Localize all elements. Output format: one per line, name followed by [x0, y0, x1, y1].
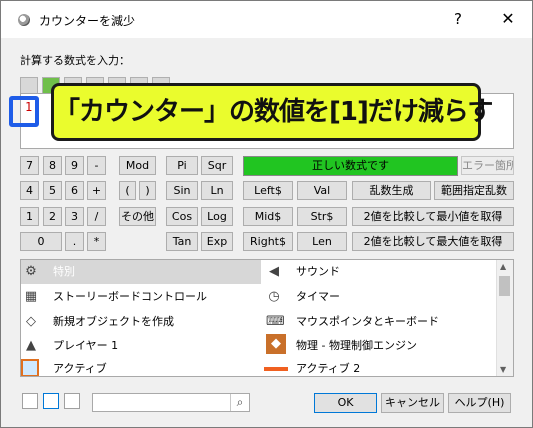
max-compare-button[interactable]: 2値を比較して最大値を取得: [352, 232, 514, 251]
ln-button[interactable]: Ln: [201, 181, 233, 200]
list-scrollbar[interactable]: ▲ ▼: [496, 260, 513, 376]
help-button[interactable]: ヘルプ(H): [448, 393, 511, 413]
list-item[interactable]: アクティブ 2: [264, 357, 494, 376]
annotation-label: 「カウンター」の数値を[1]だけ減らす: [51, 83, 493, 141]
list-item[interactable]: アクティブ: [21, 357, 261, 376]
active2-object-icon: [264, 367, 288, 371]
key-2[interactable]: 2: [43, 207, 62, 226]
mid-button[interactable]: Mid$: [243, 207, 293, 226]
ok-button[interactable]: OK: [314, 393, 377, 413]
keyboard-icon: ⌨: [266, 314, 285, 329]
dialog-window: カウンターを減少 ? ✕ 計算する数式を入力： 1 「カウンター」の数値を[1]…: [0, 0, 533, 428]
mod-button[interactable]: Mod: [119, 156, 156, 175]
other-button[interactable]: その他: [119, 207, 156, 226]
status-indicator: 正しい数式です: [243, 156, 458, 176]
list-item[interactable]: ◷ タイマー: [264, 285, 494, 309]
gears-icon: ⚙: [25, 264, 37, 279]
key-plus[interactable]: +: [87, 181, 106, 200]
random-button[interactable]: 乱数生成: [352, 181, 431, 200]
list-item-label: サウンド: [296, 265, 340, 278]
key-dot[interactable]: .: [65, 232, 84, 251]
close-icon[interactable]: ✕: [497, 8, 519, 30]
scroll-down-icon[interactable]: ▼: [500, 365, 506, 374]
window-title: カウンターを減少: [39, 14, 136, 28]
scroll-up-icon[interactable]: ▲: [500, 262, 506, 271]
error-location-button[interactable]: エラー箇所: [461, 156, 514, 175]
pi-button[interactable]: Pi: [166, 156, 198, 175]
title-bar: カウンターを減少 ? ✕: [1, 1, 532, 38]
list-item-label: プレイヤー 1: [53, 339, 119, 352]
range-random-button[interactable]: 範囲指定乱数: [434, 181, 514, 200]
app-icon: [18, 14, 30, 26]
timer-icon: ◷: [268, 289, 280, 304]
min-compare-button[interactable]: 2値を比較して最小値を取得: [352, 207, 514, 226]
joystick-icon: ▲: [26, 338, 36, 353]
sin-button[interactable]: Sin: [166, 181, 198, 200]
list-item[interactable]: ◇ 新規オブジェクトを作成: [21, 310, 261, 334]
list-item-label: アクティブ: [53, 362, 107, 375]
list-item-label: マウスポインタとキーボード: [296, 315, 439, 328]
list-item-label: 新規オブジェクトを作成: [53, 315, 174, 328]
formula-label: 計算する数式を入力：: [20, 54, 130, 67]
key-multiply[interactable]: *: [87, 232, 106, 251]
key-5[interactable]: 5: [43, 181, 62, 200]
key-6[interactable]: 6: [65, 181, 84, 200]
view-grid-icon[interactable]: [43, 393, 59, 409]
list-item[interactable]: ▦ ストーリーボードコントロール: [21, 285, 261, 309]
key-3[interactable]: 3: [65, 207, 84, 226]
new-object-icon: ◇: [26, 314, 36, 329]
physics-icon: ◆: [266, 334, 286, 354]
key-divide[interactable]: /: [87, 207, 106, 226]
list-item-label: 特別: [53, 265, 75, 278]
len-button[interactable]: Len: [297, 232, 347, 251]
exp-button[interactable]: Exp: [201, 232, 233, 251]
list-item-label: 物理 - 物理制御エンジン: [296, 339, 417, 352]
speaker-icon: ◀: [269, 264, 279, 279]
checkered-flag-icon: ▦: [24, 289, 38, 304]
list-item[interactable]: ◀ サウンド: [264, 260, 494, 284]
key-minus[interactable]: -: [87, 156, 106, 175]
object-list[interactable]: ⚙ 特別 ◀ サウンド ▦ ストーリーボードコントロール ◷ タイマー ◇ 新規…: [20, 259, 514, 377]
key-4[interactable]: 4: [20, 181, 39, 200]
tan-button[interactable]: Tan: [166, 232, 198, 251]
list-item[interactable]: ⌨ マウスポインタとキーボード: [264, 310, 494, 334]
key-7[interactable]: 7: [20, 156, 39, 175]
list-item-label: タイマー: [296, 290, 340, 303]
list-item-label: ストーリーボードコントロール: [53, 290, 207, 303]
str-button[interactable]: Str$: [297, 207, 347, 226]
list-item[interactable]: ⚙ 特別: [21, 260, 261, 284]
key-1[interactable]: 1: [20, 207, 39, 226]
key-9[interactable]: 9: [65, 156, 84, 175]
list-item-label: アクティブ 2: [296, 362, 361, 375]
key-0[interactable]: 0: [20, 232, 62, 251]
key-8[interactable]: 8: [43, 156, 62, 175]
cos-button[interactable]: Cos: [166, 207, 198, 226]
view-icons-icon[interactable]: [22, 393, 38, 409]
close-paren-button[interactable]: ): [139, 181, 156, 200]
scroll-thumb[interactable]: [499, 276, 510, 296]
list-item[interactable]: ◆ 物理 - 物理制御エンジン: [264, 334, 494, 358]
open-paren-button[interactable]: (: [119, 181, 136, 200]
view-list-icon[interactable]: [64, 393, 80, 409]
left-button[interactable]: Left$: [243, 181, 293, 200]
sqr-button[interactable]: Sqr: [201, 156, 233, 175]
annotation-highlight-box: [9, 96, 39, 127]
log-button[interactable]: Log: [201, 207, 233, 226]
active-object-icon: [21, 359, 39, 376]
val-button[interactable]: Val: [297, 181, 347, 200]
right-button[interactable]: Right$: [243, 232, 293, 251]
help-icon[interactable]: ?: [447, 8, 469, 30]
list-item[interactable]: ▲ プレイヤー 1: [21, 334, 261, 358]
search-input[interactable]: ⌕: [92, 393, 250, 412]
search-icon[interactable]: ⌕: [230, 394, 249, 411]
cancel-button[interactable]: キャンセル: [381, 393, 444, 413]
